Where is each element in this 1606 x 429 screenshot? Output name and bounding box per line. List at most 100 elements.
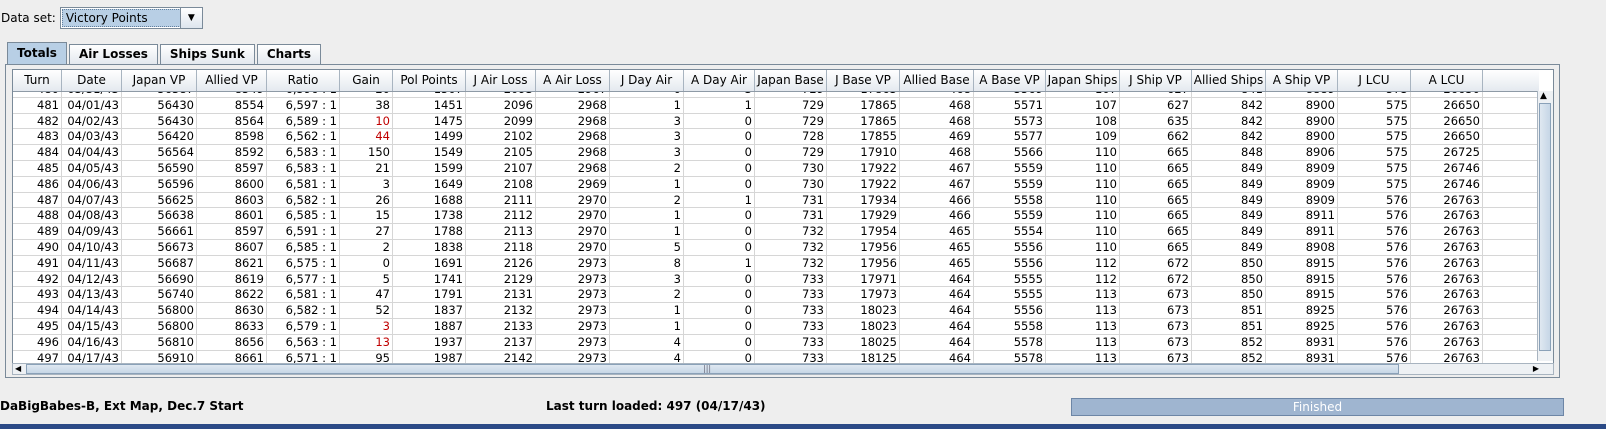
table-cell: 729 xyxy=(755,113,827,129)
table-row[interactable]: 490 04/10/43 56673 8607 6,585 : 1 2 1838 2118 29… xyxy=(13,239,1539,256)
scroll-up-icon[interactable]: ▲ xyxy=(1540,91,1547,101)
table-cell: 733 xyxy=(755,287,827,303)
horizontal-scroll-thumb[interactable] xyxy=(26,364,1399,374)
tab-charts[interactable]: Charts xyxy=(256,44,322,64)
table-row[interactable]: 486 04/06/43 56596 8600 6,581 : 1 3 1649 2108 29… xyxy=(13,176,1539,193)
table-row[interactable]: 487 04/07/43 56625 8603 6,582 : 1 26 1688 2111 2… xyxy=(13,192,1539,209)
table-cell: 576 xyxy=(1338,318,1411,334)
horizontal-scrollbar[interactable]: ◀ ||| ▶ xyxy=(12,363,1554,375)
column-header[interactable]: A LCU xyxy=(1411,70,1483,91)
table-row[interactable]: 492 04/12/43 56690 8619 6,577 : 1 5 1741 2129 29… xyxy=(13,271,1539,288)
table-row[interactable]: 481 04/01/43 56430 8554 6,597 : 1 38 1451 2096 2… xyxy=(13,97,1539,114)
column-header[interactable]: Japan Base xyxy=(755,70,827,91)
column-header[interactable]: Allied VP xyxy=(197,70,267,91)
column-header[interactable]: Allied Ships xyxy=(1192,70,1266,91)
table-cell: 673 xyxy=(1120,303,1192,318)
table-cell: 8554 xyxy=(197,97,267,113)
table-row[interactable]: 483 04/03/43 56420 8598 6,562 : 1 44 1499 2102 2… xyxy=(13,129,1539,146)
table-cell: 484 xyxy=(13,145,62,160)
table-row[interactable]: 491 04/11/43 56687 8621 6,575 : 1 0 1691 2126 29… xyxy=(13,255,1539,272)
table-cell: 729 xyxy=(755,145,827,160)
vertical-scrollbar[interactable]: ▲ xyxy=(1537,91,1553,361)
table-cell: 849 xyxy=(1192,239,1266,255)
column-header[interactable]: Ratio xyxy=(267,70,340,91)
table-cell: 575 xyxy=(1338,129,1411,145)
table-cell: 849 xyxy=(1192,224,1266,239)
table-cell: 107 xyxy=(1046,92,1120,97)
table-cell: 17865 xyxy=(827,113,900,129)
column-header[interactable]: A Base VP xyxy=(974,70,1046,91)
table-cell: 4 xyxy=(610,350,684,363)
table-cell: 04/02/43 xyxy=(62,113,122,129)
table-cell: 04/15/43 xyxy=(62,318,122,334)
dataset-combo[interactable]: Victory Points ▼ xyxy=(59,7,203,29)
column-header[interactable]: J Air Loss xyxy=(466,70,536,91)
table-cell: 5 xyxy=(340,271,393,287)
table-cell: 18125 xyxy=(827,350,900,363)
table-row[interactable]: 494 04/14/43 56800 8630 6,582 : 1 52 1837 2132 2… xyxy=(13,303,1539,319)
column-header[interactable]: Gain xyxy=(340,70,393,91)
table-cell: 576 xyxy=(1338,334,1411,350)
table-row[interactable]: 493 04/13/43 56740 8622 6,581 : 1 47 1791 2131 2… xyxy=(13,287,1539,304)
column-header[interactable]: Japan Ships xyxy=(1046,70,1120,91)
column-header[interactable]: Japan VP xyxy=(122,70,197,91)
table-cell: 2968 xyxy=(536,160,610,176)
tab-air-losses[interactable]: Air Losses xyxy=(68,44,158,64)
table-cell: 0 xyxy=(610,92,684,97)
table-row[interactable]: 488 04/08/43 56638 8601 6,585 : 1 15 1738 2112 2… xyxy=(13,208,1539,225)
table-row[interactable]: 497 04/17/43 56910 8661 6,571 : 1 95 1987 2142 2… xyxy=(13,350,1539,363)
table-body[interactable]: 48003/31/435638785496,596 : 120150720932… xyxy=(13,92,1539,363)
column-header[interactable]: Pol Points xyxy=(393,70,466,91)
table-cell: 665 xyxy=(1120,145,1192,160)
table-row[interactable]: 489 04/09/43 56661 8597 6,591 : 1 27 1788 2113 2… xyxy=(13,224,1539,240)
column-header[interactable]: A Ship VP xyxy=(1266,70,1338,91)
dataset-label: Data set: xyxy=(1,11,56,25)
table-row[interactable]: 485 04/05/43 56590 8597 6,583 : 1 21 1599 2107 2… xyxy=(13,160,1539,177)
column-header[interactable]: J Day Air xyxy=(610,70,684,91)
column-header[interactable]: Turn xyxy=(13,70,62,91)
tab-totals[interactable]: Totals xyxy=(7,42,67,64)
tab-ships-sunk[interactable]: Ships Sunk xyxy=(159,44,255,64)
table-cell: 5569 xyxy=(974,92,1046,97)
table-cell: 575 xyxy=(1338,92,1411,97)
table-cell: 13 xyxy=(340,334,393,350)
table-cell: 6,596 : 1 xyxy=(267,92,340,97)
table-cell: 5556 xyxy=(974,303,1046,318)
table-cell: 5566 xyxy=(974,145,1046,160)
table-cell: 110 xyxy=(1046,160,1120,176)
table-cell: 6,575 : 1 xyxy=(267,255,340,271)
scroll-left-icon[interactable]: ◀ xyxy=(15,364,21,374)
column-header[interactable]: Allied Base xyxy=(900,70,974,91)
chevron-down-icon[interactable]: ▼ xyxy=(179,8,202,28)
table-cell: 6,585 : 1 xyxy=(267,208,340,224)
table-cell: 10 xyxy=(340,113,393,129)
column-header[interactable]: J Ship VP xyxy=(1120,70,1192,91)
table-row[interactable]: 484 04/04/43 56564 8592 6,583 : 1 150 1549 2105… xyxy=(13,145,1539,161)
table-row[interactable]: 495 04/15/43 56800 8633 6,579 : 1 3 1887 2133 29… xyxy=(13,318,1539,335)
table-cell: 04/04/43 xyxy=(62,145,122,160)
table-cell: 5578 xyxy=(974,350,1046,363)
table-row[interactable]: 482 04/02/43 56430 8564 6,589 : 1 10 1475 2099 2… xyxy=(13,113,1539,130)
scroll-right-icon[interactable]: ▶ xyxy=(1533,364,1539,374)
table-cell: 18023 xyxy=(827,303,900,318)
table-cell: 842 xyxy=(1192,97,1266,113)
column-header[interactable]: Date xyxy=(62,70,122,91)
table-cell: 8564 xyxy=(197,113,267,129)
table-cell: 17922 xyxy=(827,176,900,192)
table-cell: 8592 xyxy=(197,145,267,160)
column-header[interactable]: A Air Loss xyxy=(536,70,610,91)
table-cell: 8909 xyxy=(1266,176,1338,192)
column-header[interactable]: A Day Air xyxy=(684,70,755,91)
table-cell: 662 xyxy=(1120,129,1192,145)
table-cell: 0 xyxy=(684,160,755,176)
table-cell: 8603 xyxy=(197,192,267,208)
column-header[interactable]: J LCU xyxy=(1338,70,1411,91)
table-cell: 850 xyxy=(1192,287,1266,303)
vertical-scroll-thumb[interactable] xyxy=(1539,103,1551,351)
table-cell: 494 xyxy=(13,303,62,318)
column-header[interactable]: J Base VP xyxy=(827,70,900,91)
table-cell: 672 xyxy=(1120,255,1192,271)
table-cell: 04/16/43 xyxy=(62,334,122,350)
table-row[interactable]: 496 04/16/43 56810 8656 6,563 : 1 13 1937 2137 2… xyxy=(13,334,1539,351)
table-cell: 731 xyxy=(755,208,827,224)
